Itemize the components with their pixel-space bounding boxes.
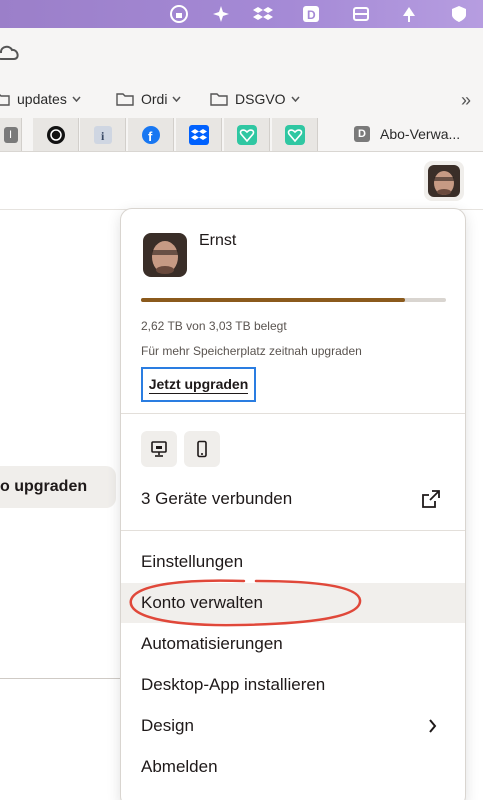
menu-item-label: Design [141, 716, 194, 735]
bookmark-folder[interactable]: DSGVO [210, 88, 300, 110]
menu-item-label: Automatisierungen [141, 634, 283, 653]
menu-item-label: Abmelden [141, 757, 218, 776]
tab-heart[interactable] [224, 118, 270, 151]
devices-connected-text: 3 Geräte verbunden [141, 489, 293, 508]
mobile-device-button[interactable] [184, 431, 220, 467]
monitor-icon [151, 441, 167, 457]
dropbox-icon [188, 124, 209, 145]
heart-icon [284, 124, 305, 145]
app-d-icon[interactable]: D [300, 3, 322, 25]
double-chevron-icon[interactable]: » [461, 90, 471, 111]
openai-icon [46, 125, 65, 144]
chevron-down-icon [291, 96, 300, 102]
storage-progress-bar [141, 298, 446, 302]
browser-chrome: updates Ordi DSGVO » I i f D Abo-Verwa..… [0, 28, 483, 152]
tab-heart[interactable] [272, 118, 318, 151]
tab-favicon-badge: D [354, 126, 370, 142]
user-name: Ernst [199, 232, 237, 249]
background-upgrade-button[interactable]: o upgraden [0, 466, 116, 508]
avatar [143, 233, 187, 277]
menu-item-install-desktop-app[interactable]: Desktop-App installieren [121, 665, 465, 705]
vpn-icon[interactable] [168, 3, 190, 25]
menu-item-design[interactable]: Design [121, 706, 465, 746]
tray-icon[interactable] [350, 3, 372, 25]
tab-facebook[interactable]: f [128, 118, 174, 151]
tab-title: Abo-Verwa... [380, 126, 461, 142]
tab-openai[interactable] [33, 118, 79, 151]
storage-progress-fill [141, 298, 405, 302]
folder-icon [116, 93, 134, 106]
dropbox-menubar-icon[interactable] [252, 3, 274, 25]
tab-dropbox[interactable] [176, 118, 222, 151]
divider [121, 413, 465, 414]
svg-text:D: D [307, 8, 316, 22]
divider [0, 678, 120, 679]
account-avatar-button[interactable] [424, 161, 464, 201]
storage-hint-text: Für mehr Speicherplatz zeitnah upgraden [141, 344, 362, 358]
page-header [0, 152, 483, 210]
bookmark-folder[interactable]: updates [0, 88, 81, 110]
tab-pinned[interactable]: I [0, 118, 22, 151]
bookmarks-bar: updates Ordi DSGVO » [0, 84, 483, 114]
menu-item-label: Einstellungen [141, 552, 244, 571]
info-icon: i [93, 125, 112, 144]
desktop-device-button[interactable] [141, 431, 177, 467]
chevron-down-icon [72, 96, 81, 102]
bookmark-label: updates [17, 91, 67, 107]
heart-icon [236, 124, 257, 145]
cloud-icon[interactable] [0, 41, 22, 63]
chevron-right-icon [429, 719, 437, 733]
bookmark-label: Ordi [141, 91, 168, 107]
menu-item-settings[interactable]: Einstellungen [121, 542, 465, 582]
svg-text:f: f [148, 129, 153, 144]
external-link-icon[interactable] [421, 489, 441, 509]
bookmark-label: DSGVO [235, 91, 286, 107]
storage-usage-text: 2,62 TB von 3,03 TB belegt [141, 319, 287, 333]
tab-badge: I [3, 126, 18, 143]
menu-item-label: Desktop-App installieren [141, 675, 326, 694]
menu-item-automations[interactable]: Automatisierungen [121, 624, 465, 664]
tab-strip: I i f D Abo-Verwa... [0, 118, 483, 152]
avatar [428, 165, 460, 197]
lamp-icon[interactable] [398, 3, 420, 25]
network-icon[interactable] [210, 3, 232, 25]
upgrade-now-label: Jetzt upgraden [148, 375, 249, 394]
menu-item-manage-account[interactable]: Konto verwalten [121, 583, 465, 623]
bookmark-folder[interactable]: Ordi [116, 88, 182, 110]
system-menubar: D [0, 0, 483, 28]
phone-icon [197, 440, 207, 458]
menu-item-label: Konto verwalten [141, 593, 263, 612]
folder-icon [210, 93, 228, 106]
chevron-down-icon [172, 96, 182, 102]
account-menu: Ernst 2,62 TB von 3,03 TB belegt Für meh… [120, 208, 466, 800]
tab-active[interactable]: D Abo-Verwa... [354, 126, 460, 142]
menu-item-logout[interactable]: Abmelden [121, 747, 465, 787]
shield-icon[interactable] [448, 3, 470, 25]
upgrade-now-link[interactable]: Jetzt upgraden [141, 367, 256, 402]
tab-info[interactable]: i [80, 118, 126, 151]
divider [121, 530, 465, 531]
facebook-icon: f [141, 125, 160, 144]
folder-icon [0, 94, 10, 106]
